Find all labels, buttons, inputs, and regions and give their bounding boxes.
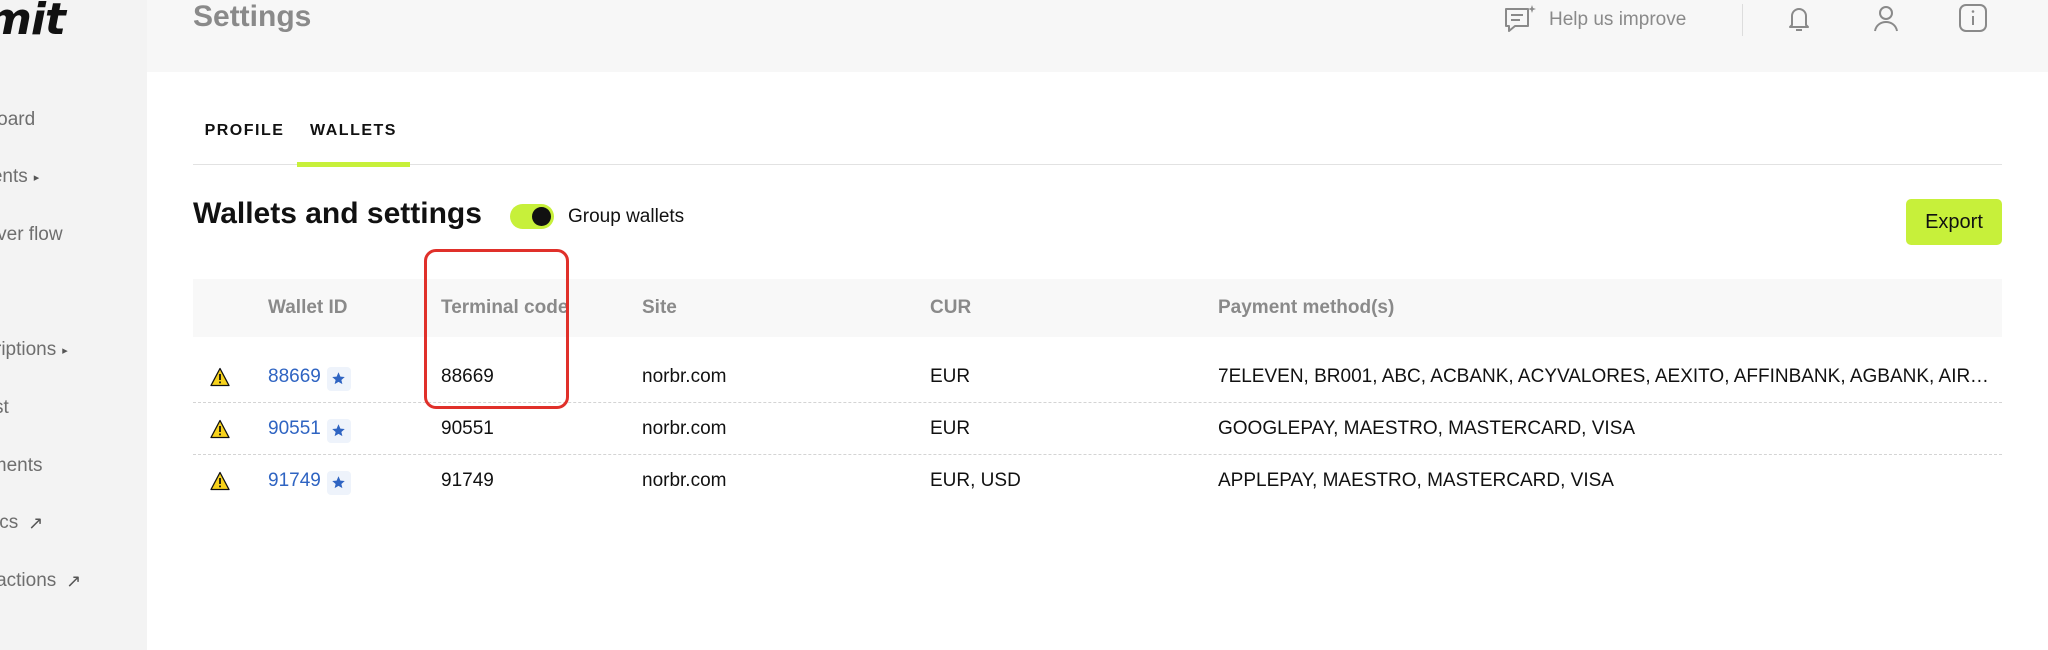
page-title: Settings bbox=[193, 0, 312, 33]
table-row[interactable]: 90551 90551 norbr.com EUR GOOGLEPAY, MAE… bbox=[193, 403, 2002, 455]
sidebar-item-alerts[interactable]: ts bbox=[0, 273, 147, 313]
payment-methods-cell: APPLEPAY, MAESTRO, MASTERCARD, VISA bbox=[1218, 470, 1614, 491]
terminal-code-cell: 90551 bbox=[441, 418, 494, 439]
star-icon[interactable] bbox=[326, 418, 351, 443]
toggle-knob bbox=[532, 207, 551, 226]
wallet-id-cell: 90551 bbox=[268, 403, 351, 455]
warning-icon bbox=[210, 471, 230, 491]
top-header: Settings Help us improve bbox=[147, 0, 2048, 72]
header-divider bbox=[1742, 4, 1743, 36]
info-icon[interactable] bbox=[1955, 0, 1991, 36]
currency-cell: EUR, USD bbox=[930, 470, 1021, 491]
help-us-improve-button[interactable]: Help us improve bbox=[1503, 2, 1686, 38]
external-link-icon: ↗ bbox=[66, 570, 82, 591]
export-button[interactable]: Export bbox=[1906, 199, 2002, 245]
wallet-id-cell: 88669 bbox=[268, 351, 351, 403]
sidebar-item-blocklist[interactable]: klist bbox=[0, 388, 147, 428]
help-us-improve-label: Help us improve bbox=[1549, 9, 1687, 30]
sidebar-item-label: nsactions bbox=[0, 570, 57, 591]
terminal-code-cell: 88669 bbox=[441, 366, 494, 387]
column-header-site[interactable]: Site bbox=[642, 279, 677, 337]
group-wallets-toggle[interactable] bbox=[510, 204, 554, 229]
table-header: Wallet ID Terminal code Site CUR Payment… bbox=[193, 279, 2002, 337]
column-header-terminal-code[interactable]: Terminal code bbox=[441, 279, 568, 337]
site-cell: norbr.com bbox=[642, 366, 727, 387]
table-row[interactable]: 88669 88669 norbr.com EUR 7ELEVEN, BR001… bbox=[193, 351, 2002, 403]
sidebar-item-transactions[interactable]: nsactions ↗ bbox=[0, 561, 147, 601]
currency-cell: EUR bbox=[930, 366, 971, 387]
column-header-cur[interactable]: CUR bbox=[930, 279, 971, 337]
currency-cell: EUR bbox=[930, 418, 971, 439]
chevron-right-icon: ▸ bbox=[62, 344, 68, 357]
feedback-icon bbox=[1505, 5, 1536, 32]
settings-tabs: PROFILE WALLETS bbox=[193, 96, 2002, 167]
star-icon[interactable] bbox=[326, 470, 351, 495]
wallet-id-cell: 91749 bbox=[268, 455, 351, 507]
column-header-wallet-id[interactable]: Wallet ID bbox=[268, 279, 348, 337]
sidebar-item-subscriptions[interactable]: scriptions ▸ bbox=[0, 330, 147, 370]
table-row[interactable]: 91749 91749 norbr.com EUR, USD APPLEPAY,… bbox=[193, 455, 2002, 507]
warning-icon bbox=[210, 419, 230, 439]
sidebar-item-label: lements bbox=[0, 455, 43, 476]
sidebar-item-turnover-flow[interactable]: nover flow bbox=[0, 215, 147, 255]
wallet-id-link[interactable]: 90551 bbox=[268, 418, 321, 439]
section-title: Wallets and settings bbox=[193, 197, 482, 230]
chevron-right-icon: ▸ bbox=[33, 171, 40, 184]
payment-methods-cell: GOOGLEPAY, MAESTRO, MASTERCARD, VISA bbox=[1218, 418, 1636, 439]
bell-icon[interactable] bbox=[1781, 0, 1817, 36]
tab-wallets[interactable]: WALLETS bbox=[297, 96, 410, 167]
group-wallets-label: Group wallets bbox=[568, 206, 685, 227]
column-header-payment-methods[interactable]: Payment method(s) bbox=[1218, 279, 1394, 337]
sidebar-item-label: nover flow bbox=[0, 224, 63, 245]
sidebar-item-dashboard[interactable]: hboard bbox=[0, 100, 147, 140]
sidebar-item-label: hboard bbox=[0, 109, 36, 130]
sidebar-item-settlements[interactable]: lements bbox=[0, 446, 147, 486]
site-cell: norbr.com bbox=[642, 418, 727, 439]
user-icon[interactable] bbox=[1868, 0, 1904, 36]
tab-profile[interactable]: PROFILE bbox=[193, 96, 296, 165]
sidebar-item-label: scriptions bbox=[0, 339, 57, 360]
sidebar-item-label: lytics bbox=[0, 512, 19, 533]
sidebar-item-label: ments bbox=[0, 166, 28, 187]
terminal-code-cell: 91749 bbox=[441, 470, 494, 491]
sidebar-item-analytics[interactable]: lytics ↗ bbox=[0, 503, 147, 543]
warning-icon bbox=[210, 367, 230, 387]
site-cell: norbr.com bbox=[642, 470, 727, 491]
payment-methods-cell: 7ELEVEN, BR001, ABC, ACBANK, ACYVALORES,… bbox=[1218, 366, 1998, 387]
star-icon[interactable] bbox=[326, 366, 351, 391]
sidebar-item-payments[interactable]: ments ▸ bbox=[0, 157, 147, 197]
external-link-icon: ↗ bbox=[28, 512, 44, 533]
wallet-id-link[interactable]: 91749 bbox=[268, 470, 321, 491]
sidebar: mit hboard ments ▸ nover flow ts scripti… bbox=[0, 0, 147, 650]
brand-logo: mit bbox=[0, 0, 66, 45]
wallet-id-link[interactable]: 88669 bbox=[268, 366, 321, 387]
sidebar-item-label: klist bbox=[0, 397, 9, 418]
